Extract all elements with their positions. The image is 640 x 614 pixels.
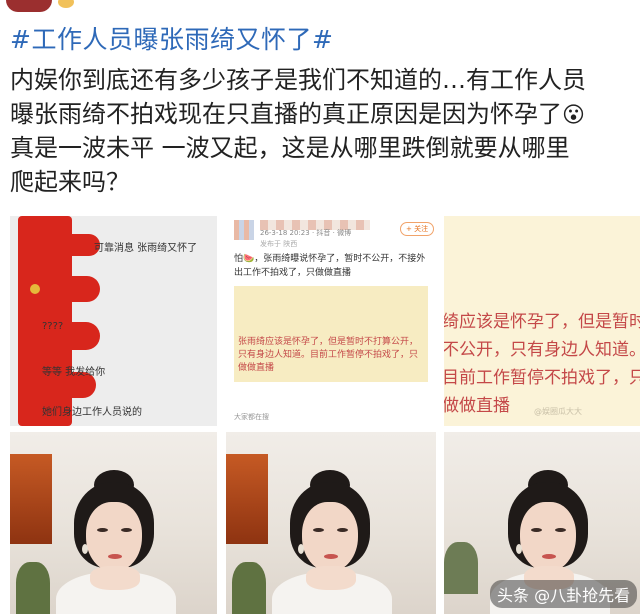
post-line-1: 内娱你到底还有多少孩子是我们不知道的…有工作人员	[10, 66, 586, 94]
hand	[306, 566, 356, 590]
post-location: 发布于 陕西	[260, 240, 298, 248]
image-weibo-screenshot[interactable]: 26-3-18 20:23 · 抖音 · 微博 发布于 陕西 + 关注 怕🍉，张…	[226, 216, 436, 426]
image-photo-2[interactable]	[226, 432, 436, 614]
lips	[542, 554, 556, 559]
background-plant	[232, 562, 266, 614]
lips	[108, 554, 122, 559]
image-chat-screenshot[interactable]: 可靠消息 张雨绮又怀了 ???? 等等 我发给你 她们身边工作人员说的	[10, 216, 217, 426]
post-line-2: 曝张雨绮不拍戏现在只直播的真正原因是因为怀孕了😮	[10, 97, 638, 131]
surprised-emoji-icon: 😮	[562, 103, 585, 128]
photo	[10, 432, 217, 614]
post-line-4: 爬起来吗？	[10, 168, 130, 196]
earring	[82, 544, 88, 554]
photo	[226, 432, 436, 614]
hashtag-link[interactable]: #工作人员曝张雨绮又怀了#	[10, 24, 333, 56]
background-plant	[16, 562, 50, 614]
eye	[121, 528, 132, 532]
face	[520, 502, 576, 572]
eye	[337, 528, 348, 532]
post-line-2-text: 曝张雨绮不拍戏现在只直播的真正原因是因为怀孕了	[10, 100, 562, 128]
eye	[555, 528, 566, 532]
eye	[531, 528, 542, 532]
earring	[516, 544, 522, 554]
search-footer: 大家都在搜	[234, 413, 269, 421]
post-body: 内娱你到底还有多少孩子是我们不知道的…有工作人员 曝张雨绮不拍戏现在只直播的真正…	[10, 63, 638, 199]
chat-message: 她们身边工作人员说的	[42, 407, 142, 418]
hand	[90, 566, 140, 590]
watermark: @娱圈瓜大大	[534, 407, 582, 416]
chat-message: ????	[42, 321, 64, 332]
eye	[313, 528, 324, 532]
background-shelf	[10, 454, 52, 544]
image-photo-1[interactable]	[10, 432, 217, 614]
earring	[298, 544, 304, 554]
avatar[interactable]	[6, 0, 52, 12]
background-plant	[444, 542, 478, 594]
emoji-icon	[58, 0, 74, 8]
post-meta: 26-3-18 20:23 · 抖音 · 微博	[260, 229, 352, 237]
face	[86, 502, 142, 572]
emoji-icon	[30, 284, 40, 294]
background-shelf	[226, 454, 268, 544]
post-line-3: 真是一波未平 一波又起，这是从哪里跌倒就要从哪里	[10, 134, 570, 162]
lips	[324, 554, 338, 559]
blurred-avatar	[234, 220, 254, 240]
eye	[97, 528, 108, 532]
quoted-card-text: 张雨绮应该是怀孕了，但是暂时不打算公开，只有身边人知道。目前工作暂停不拍戏了，只…	[238, 337, 419, 373]
zoom-text: 绮应该是怀孕了，但是暂时不公开，只有身边人知道。目前工作暂停不拍戏了，只做做直播	[444, 312, 640, 416]
weibo-body: 怕🍉，张雨绮曝说怀孕了，暂时不公开，不接外出工作不拍戏了，只做做直播	[234, 254, 426, 278]
chat-message: 可靠消息 张雨绮又怀了	[94, 243, 198, 254]
face	[302, 502, 358, 572]
source-watermark: 头条 @八卦抢先看	[490, 580, 638, 608]
chat-message: 等等 我发给你	[42, 367, 106, 378]
follow-button[interactable]: + 关注	[400, 222, 435, 236]
redaction-mark	[40, 276, 100, 302]
image-zoom-screenshot[interactable]: 绮应该是怀孕了，但是暂时不公开，只有身边人知道。目前工作暂停不拍戏了，只做做直播…	[444, 216, 640, 426]
top-bar	[0, 0, 640, 22]
